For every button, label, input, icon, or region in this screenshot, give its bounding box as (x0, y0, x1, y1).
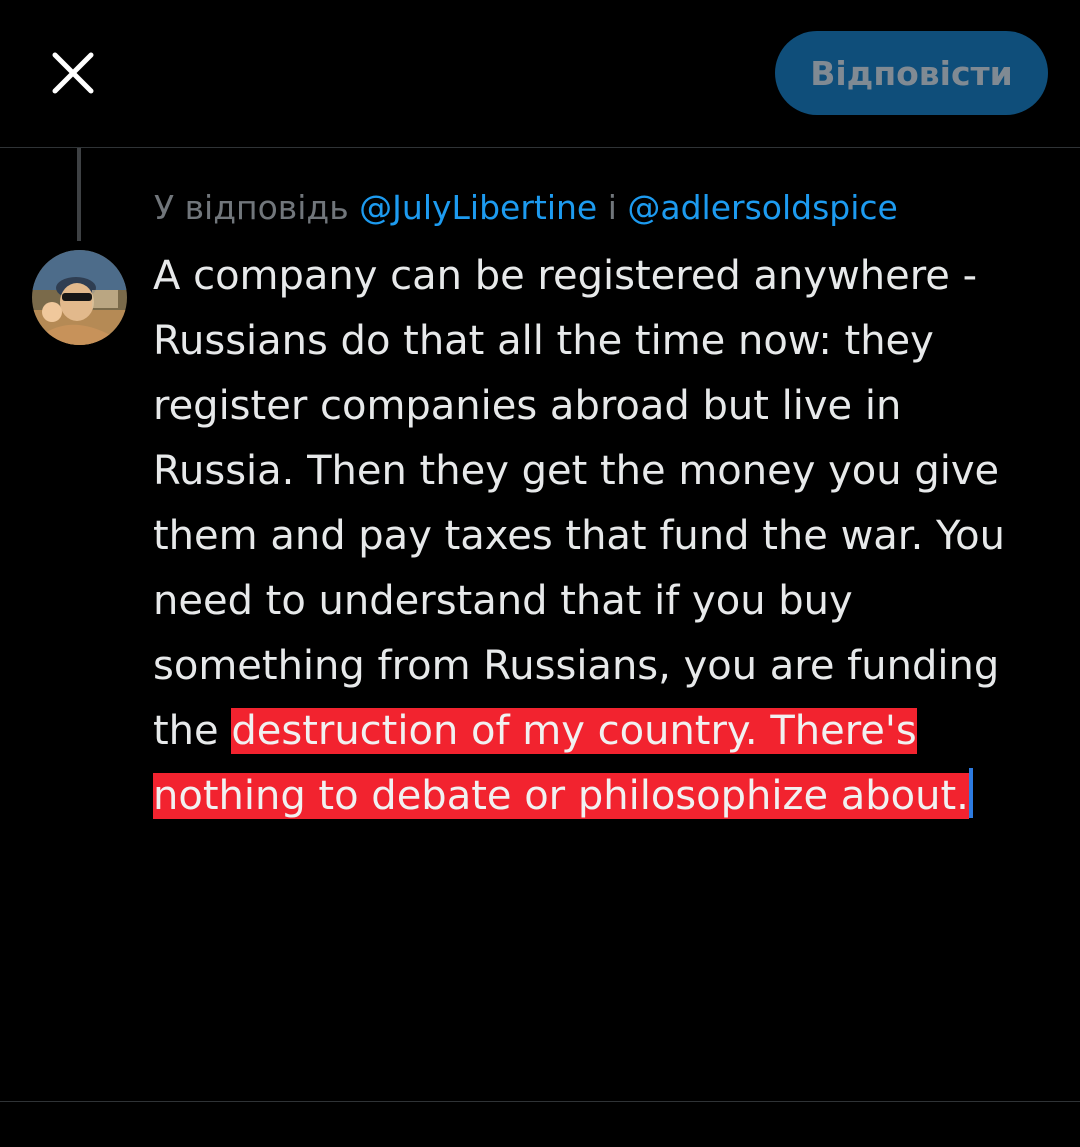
user-avatar[interactable] (32, 250, 127, 345)
reply-button[interactable]: Відповісти (775, 31, 1048, 115)
reply-text-area[interactable]: A company can be registered anywhere - R… (153, 244, 1033, 829)
reply-context-joiner: і (597, 188, 628, 227)
mention-link-adlersoldspice[interactable]: @adlersoldspice (627, 188, 897, 227)
thread-connector-line (77, 148, 81, 241)
reply-text-selected: destruction of my country. There's nothi… (153, 708, 969, 819)
close-icon (52, 52, 94, 94)
reply-context: У відповідь @JulyLibertine і @adlersolds… (154, 186, 898, 230)
reply-context-prefix: У відповідь (154, 188, 360, 227)
close-button[interactable] (44, 44, 102, 102)
reply-text-plain: A company can be registered anywhere - R… (153, 253, 1005, 754)
mention-link-julylibertine[interactable]: @JulyLibertine (359, 188, 597, 227)
divider (0, 1101, 1080, 1102)
composer-header: Відповісти (0, 0, 1080, 148)
text-cursor (968, 768, 973, 818)
